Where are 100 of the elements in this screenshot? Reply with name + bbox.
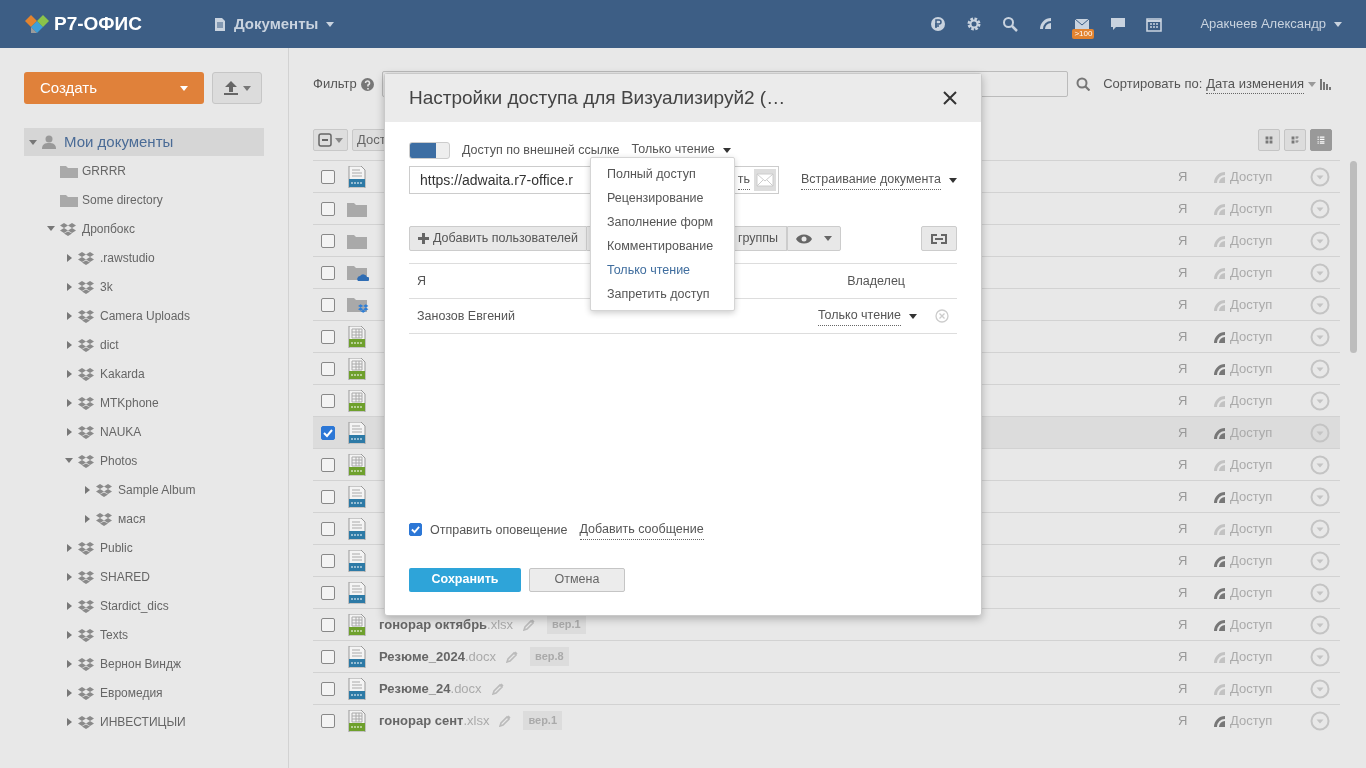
row-checkbox[interactable] [321, 553, 335, 568]
file-name[interactable]: гонорар октябрь.xlsx [379, 614, 514, 635]
search-icon[interactable] [1002, 16, 1019, 32]
scrollbar-thumb[interactable] [1349, 161, 1357, 353]
toggle-switch[interactable] [409, 141, 450, 159]
row-checkbox[interactable] [321, 201, 335, 216]
row-checkbox[interactable] [321, 617, 335, 632]
folder-tree-item[interactable]: Some directory [24, 185, 264, 214]
send-link[interactable]: ть [737, 170, 750, 190]
settings-icon[interactable] [966, 16, 983, 32]
folder-tree-item[interactable]: NAUKA [24, 417, 264, 446]
notify-checkbox[interactable] [409, 523, 422, 537]
caret-icon[interactable] [29, 139, 37, 145]
caret-icon[interactable] [66, 601, 72, 610]
sort-order-icon[interactable] [1320, 78, 1332, 90]
file-name[interactable]: гонорар сент.xlsx [379, 710, 490, 731]
embed-link[interactable]: Встраивание документа [801, 170, 941, 190]
caret-icon[interactable] [66, 340, 72, 349]
calendar-icon[interactable] [1146, 16, 1163, 32]
row-checkbox[interactable] [321, 233, 335, 248]
upload-button[interactable] [212, 72, 262, 104]
caret-icon[interactable] [66, 427, 72, 436]
folder-tree-item[interactable]: Camera Uploads [24, 301, 264, 330]
folder-tree-item[interactable]: ИНВЕСТИЦЫИ [24, 707, 264, 736]
row-checkbox[interactable] [321, 521, 335, 536]
menu-item[interactable]: Комментирование [591, 234, 734, 258]
row-checkbox[interactable] [321, 169, 335, 184]
row-checkbox[interactable] [321, 713, 335, 728]
menu-item[interactable]: Только чтение [591, 258, 734, 282]
folder-tree-item[interactable]: Public [24, 533, 264, 562]
caret-icon[interactable] [66, 253, 72, 262]
folder-tree-item[interactable]: SHARED [24, 562, 264, 591]
menu-item[interactable]: Полный доступ [591, 162, 734, 186]
folder-tree-item[interactable]: мася [24, 504, 264, 533]
mail-button[interactable] [754, 169, 776, 191]
folder-tree-item[interactable]: Stardict_dics [24, 591, 264, 620]
search-icon[interactable] [1075, 77, 1090, 91]
caret-icon[interactable] [66, 369, 72, 378]
ruble-icon[interactable] [930, 16, 947, 32]
save-button[interactable]: Сохранить [409, 567, 521, 592]
folder-tree-item[interactable]: Photos [24, 446, 264, 475]
row-checkbox[interactable] [321, 329, 335, 344]
folder-tree-item[interactable]: MTKphone [24, 388, 264, 417]
caret-icon[interactable] [47, 226, 55, 231]
caret-icon[interactable] [66, 717, 72, 726]
folder-tree-item[interactable]: Kakarda [24, 359, 264, 388]
menu-item[interactable]: Запретить доступ [591, 282, 734, 306]
view-button[interactable] [1284, 129, 1306, 151]
row-checkbox[interactable] [321, 393, 335, 408]
row-checkbox[interactable] [321, 489, 335, 504]
file-name[interactable]: Резюме_24.docx [379, 678, 482, 699]
caret-icon[interactable] [66, 311, 72, 320]
row-checkbox[interactable] [321, 297, 335, 312]
copy-link-button[interactable] [921, 226, 957, 251]
row-checkbox[interactable] [321, 585, 335, 600]
select-dropdown[interactable] [313, 129, 348, 151]
folder-tree-item[interactable]: dict [24, 330, 264, 359]
folder-tree-item[interactable]: .rawstudio [24, 243, 264, 272]
row-checkbox[interactable] [321, 361, 335, 376]
folder-tree-item[interactable]: Вернон Виндж [24, 649, 264, 678]
chat-icon[interactable] [1110, 16, 1127, 32]
file-name[interactable]: Резюме_2024.docx [379, 646, 497, 667]
caret-icon[interactable] [66, 659, 72, 668]
row-checkbox[interactable] [321, 681, 335, 696]
create-button[interactable]: Создать [24, 72, 204, 104]
sort-field-link[interactable]: Дата изменения [1206, 73, 1304, 95]
cancel-button[interactable]: Отмена [529, 567, 625, 592]
caret-icon[interactable] [84, 485, 90, 494]
close-icon[interactable] [943, 91, 957, 105]
add-message-link[interactable]: Добавить сообщение [579, 520, 704, 540]
caret-icon[interactable] [66, 688, 72, 697]
view-button[interactable] [1310, 129, 1332, 151]
caret-icon[interactable] [66, 630, 72, 639]
row-checkbox[interactable] [321, 649, 335, 664]
folder-tree-item[interactable]: Мои документы [24, 128, 264, 156]
user-menu[interactable]: Аракчеев Александр [1200, 14, 1342, 34]
view-access-dropdown[interactable] [787, 226, 842, 251]
module-menu[interactable]: Документы [233, 12, 335, 36]
folder-tree-item[interactable]: 3k [24, 272, 264, 301]
folder-tree-item[interactable]: GRRRR [24, 156, 264, 185]
view-button[interactable] [1258, 129, 1280, 151]
remove-icon[interactable] [935, 309, 949, 323]
menu-item[interactable]: Заполнение форм [591, 210, 734, 234]
caret-icon[interactable] [66, 282, 72, 291]
caret-icon[interactable] [84, 514, 90, 523]
role-dropdown[interactable]: Только чтение [817, 306, 901, 326]
caret-icon[interactable] [66, 398, 72, 407]
caret-icon[interactable] [66, 543, 72, 552]
folder-tree-item[interactable]: Texts [24, 620, 264, 649]
row-checkbox[interactable] [321, 425, 335, 440]
row-checkbox[interactable] [321, 457, 335, 472]
logo-text[interactable]: Р7-ОФИС [54, 9, 142, 39]
caret-icon[interactable] [65, 458, 73, 463]
folder-tree-item[interactable]: Дропбокс [24, 214, 264, 243]
mail-icon[interactable] [1074, 16, 1091, 32]
menu-item[interactable]: Рецензирование [591, 186, 734, 210]
folder-tree-item[interactable]: Евромедия [24, 678, 264, 707]
add-users-button[interactable]: Добавить пользователей [409, 226, 588, 251]
caret-icon[interactable] [66, 572, 72, 581]
folder-tree-item[interactable]: Sample Album [24, 475, 264, 504]
